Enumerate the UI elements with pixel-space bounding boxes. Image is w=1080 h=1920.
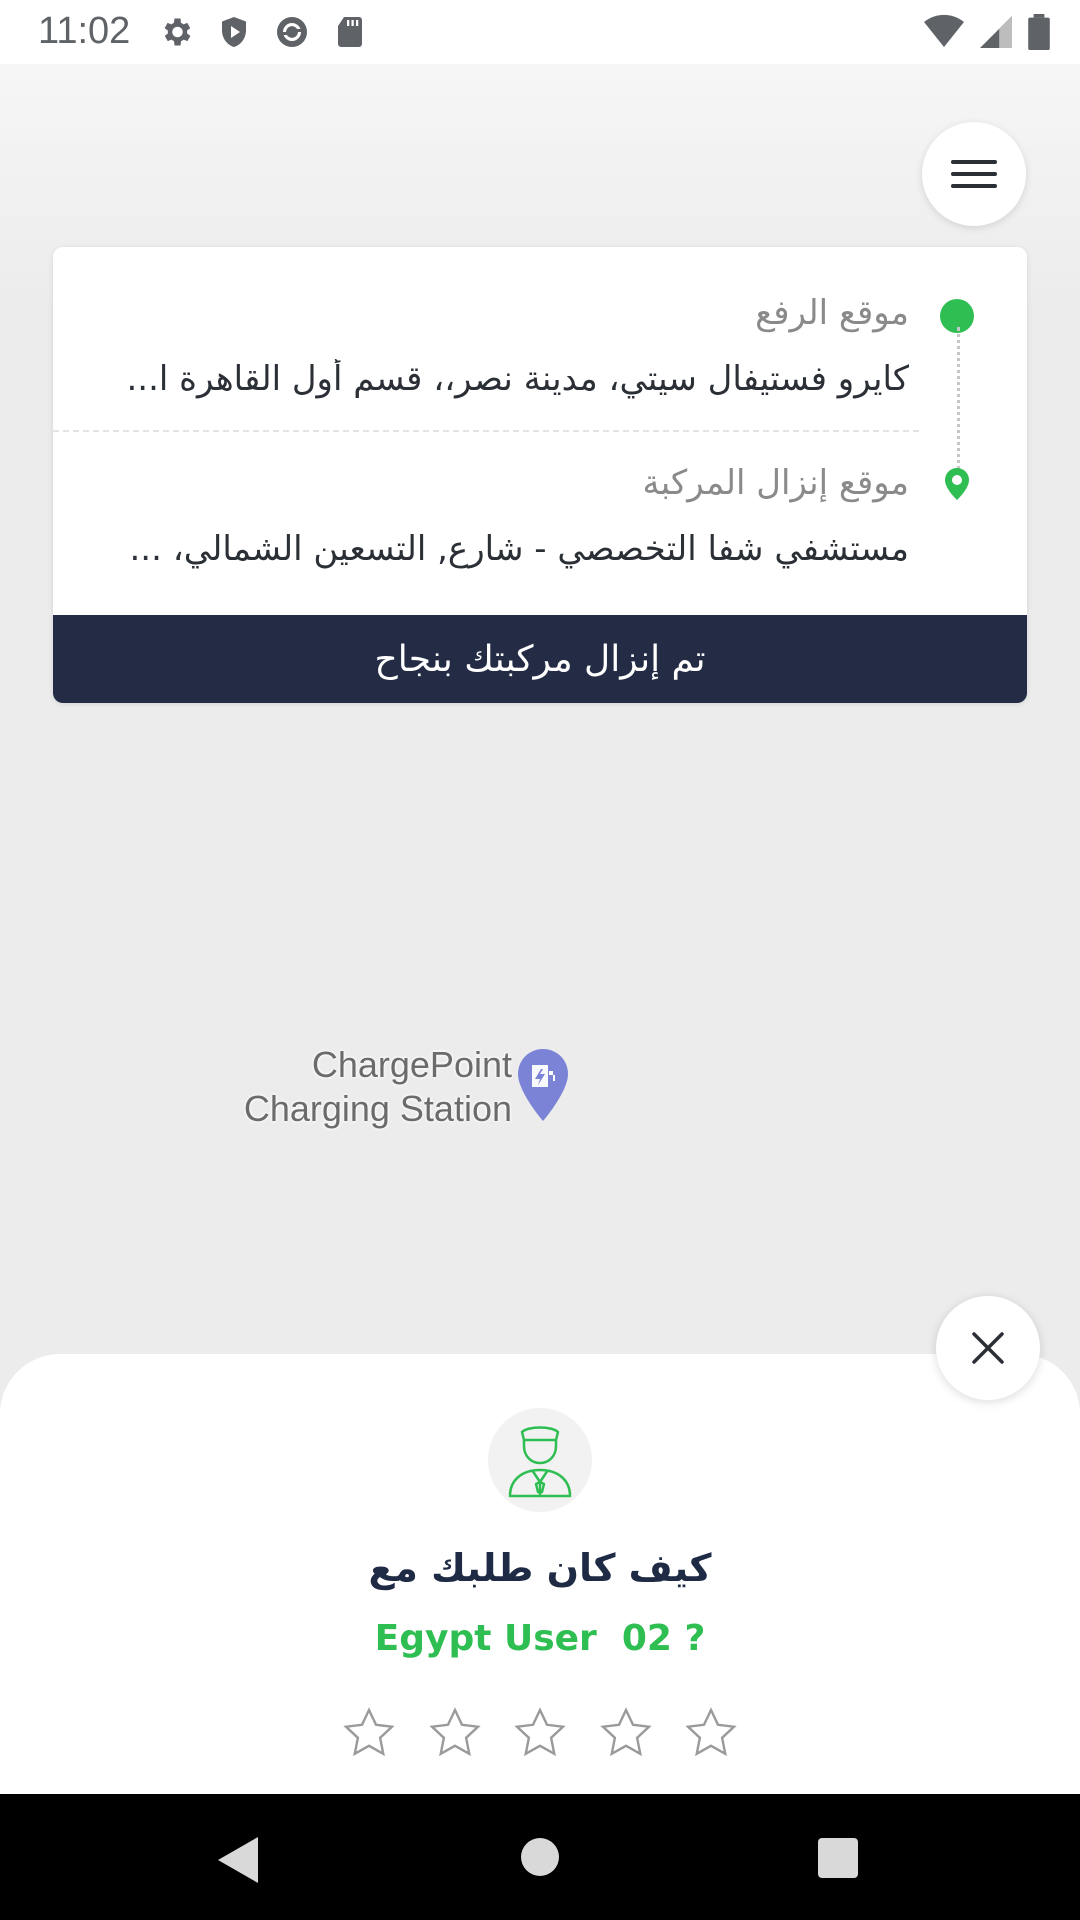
recent-apps-icon[interactable]: [818, 1838, 858, 1878]
status-bar: 11:02: [0, 0, 1080, 64]
star-4-icon[interactable]: [597, 1704, 655, 1762]
dropoff-label: موقع إنزال المركبة: [642, 463, 909, 503]
signal-icon: [980, 16, 1012, 48]
back-icon[interactable]: [218, 1837, 258, 1883]
menu-button[interactable]: [922, 122, 1026, 226]
close-icon: [972, 1332, 1004, 1364]
close-button[interactable]: [936, 1296, 1040, 1400]
shield-icon: [222, 17, 246, 47]
pickup-label: موقع الرفع: [755, 293, 909, 333]
pickup-address: كايرو فستيفال سيتي، مدينة نصر،، قسم أول …: [126, 359, 909, 399]
route-connector: [957, 327, 960, 477]
dropoff-pin-icon: [945, 468, 969, 500]
hamburger-menu-icon: [951, 160, 997, 188]
sync-icon: [277, 17, 307, 47]
settings-icon: [164, 18, 191, 46]
star-3-icon[interactable]: [511, 1704, 569, 1762]
driver-icon: [508, 1426, 572, 1498]
poi-name-line1: ChargePoint: [311, 1044, 512, 1085]
home-icon[interactable]: [521, 1838, 559, 1876]
card-divider: [53, 430, 919, 432]
sd-card-icon: [338, 17, 362, 47]
wifi-icon: [924, 14, 964, 48]
trip-status-text: تم إنزال مركبتك بنجاح: [374, 638, 706, 680]
ev-charging-pin-icon: [518, 1049, 568, 1121]
trip-status-banner: تم إنزال مركبتك بنجاح: [53, 615, 1027, 703]
star-rating[interactable]: [340, 1704, 740, 1764]
dropoff-address: مستشفي شفا التخصصي - شارع, التسعين الشما…: [129, 529, 909, 569]
star-5-icon[interactable]: [682, 1704, 740, 1762]
poi-label: ChargePoint Charging Station: [244, 1043, 512, 1131]
trip-details-card: موقع الرفع كايرو فستيفال سيتي، مدينة نصر…: [53, 247, 1027, 703]
poi-name-line2: Charging Station: [243, 1088, 512, 1129]
rating-question: كيف كان طلبك مع: [368, 1546, 712, 1590]
battery-icon: [1028, 14, 1050, 50]
map-poi-marker[interactable]: ChargePoint Charging Station: [240, 1043, 600, 1133]
star-2-icon[interactable]: [426, 1704, 484, 1762]
driver-name: Egypt User 02 ?: [374, 1618, 706, 1659]
star-1-icon[interactable]: [340, 1704, 398, 1762]
status-time: 11:02: [38, 10, 131, 52]
driver-avatar: [488, 1408, 592, 1512]
